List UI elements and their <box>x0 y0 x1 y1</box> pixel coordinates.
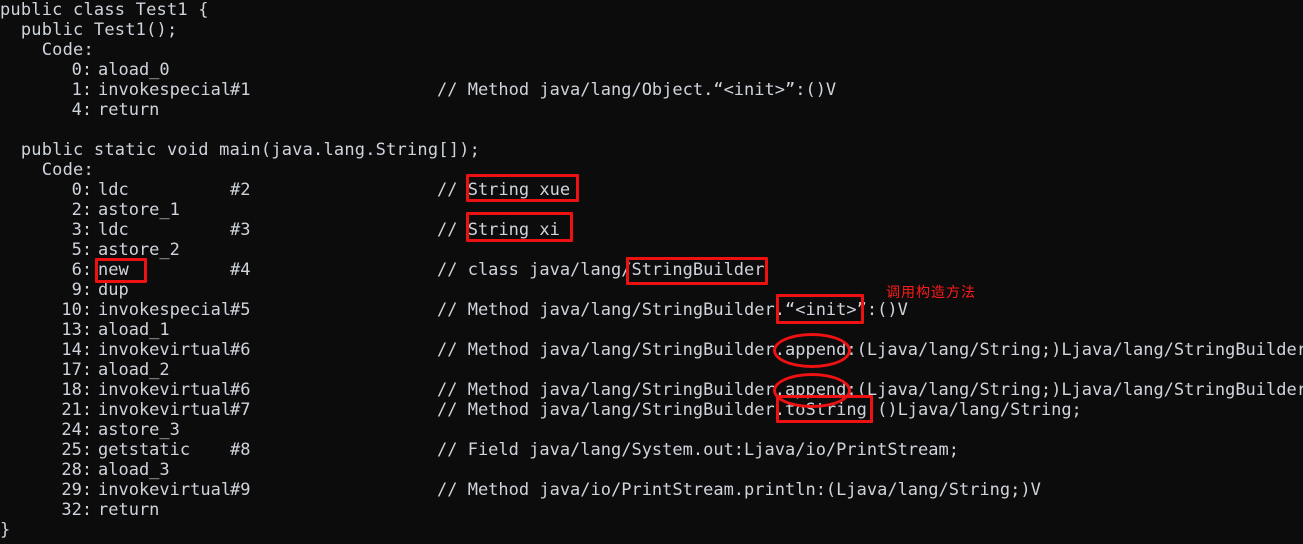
instruction-offset: 32: <box>0 500 93 520</box>
instruction-offset: 1: <box>0 80 93 100</box>
instruction-offset: 10: <box>0 300 93 320</box>
instruction-comment: // Method java/lang/Object.“<init>”:()V <box>437 80 837 100</box>
instruction-operand: #7 <box>230 400 251 420</box>
instruction-mnemonic: new <box>98 260 129 280</box>
instruction-offset: 29: <box>0 480 93 500</box>
ctor-code-label: Code: <box>0 40 94 60</box>
instruction-comment: // Method java/lang/StringBuilder.toStri… <box>437 400 1082 420</box>
instruction-mnemonic: ldc <box>98 220 129 240</box>
instruction-mnemonic: return <box>98 500 160 520</box>
class-header: public class Test1 { <box>0 0 209 20</box>
instruction-comment: // Method java/io/PrintStream.println:(L… <box>437 480 1041 500</box>
instruction-operand: #2 <box>230 180 251 200</box>
instruction-offset: 17: <box>0 360 93 380</box>
instruction-offset: 3: <box>0 220 93 240</box>
instruction-offset: 6: <box>0 260 93 280</box>
instruction-operand: #5 <box>230 300 251 320</box>
instruction-mnemonic: invokevirtual <box>98 340 232 360</box>
instruction-operand: #6 <box>230 340 251 360</box>
instruction-mnemonic: astore_3 <box>98 420 180 440</box>
instruction-operand: #4 <box>230 260 251 280</box>
instruction-operand: #8 <box>230 440 251 460</box>
instruction-mnemonic: aload_1 <box>98 320 170 340</box>
instruction-comment: // Method java/lang/StringBuilder.append… <box>437 340 1303 360</box>
instruction-mnemonic: invokespecial <box>98 300 232 320</box>
instruction-mnemonic: ldc <box>98 180 129 200</box>
instruction-comment: // String xi <box>437 220 560 240</box>
instruction-mnemonic: invokevirtual <box>98 480 232 500</box>
main-code-label: Code: <box>0 160 94 180</box>
instruction-offset: 9: <box>0 280 93 300</box>
instruction-operand: #1 <box>230 80 251 100</box>
instruction-operand: #6 <box>230 380 251 400</box>
instruction-comment: // String xue <box>437 180 571 200</box>
instruction-mnemonic: aload_2 <box>98 360 170 380</box>
instruction-offset: 21: <box>0 400 93 420</box>
instruction-mnemonic: astore_1 <box>98 200 180 220</box>
constructor-call-note: 调用构造方法 <box>886 285 976 301</box>
instruction-comment: // Method java/lang/StringBuilder.“<init… <box>437 300 908 320</box>
class-footer: } <box>0 520 11 540</box>
instruction-comment: // Field java/lang/System.out:Ljava/io/P… <box>437 440 959 460</box>
instruction-offset: 0: <box>0 180 93 200</box>
instruction-offset: 25: <box>0 440 93 460</box>
instruction-mnemonic: invokespecial <box>98 80 232 100</box>
ctor-signature: public Test1(); <box>0 20 178 40</box>
instruction-offset: 5: <box>0 240 93 260</box>
instruction-mnemonic: astore_2 <box>98 240 180 260</box>
instruction-offset: 18: <box>0 380 93 400</box>
instruction-offset: 0: <box>0 60 93 80</box>
instruction-mnemonic: dup <box>98 280 129 300</box>
instruction-offset: 4: <box>0 100 93 120</box>
instruction-mnemonic: aload_3 <box>98 460 170 480</box>
instruction-offset: 2: <box>0 200 93 220</box>
instruction-comment: // Method java/lang/StringBuilder.append… <box>437 380 1303 400</box>
instruction-mnemonic: aload_0 <box>98 60 170 80</box>
instruction-comment: // class java/lang/StringBuilder <box>437 260 765 280</box>
instruction-mnemonic: invokevirtual <box>98 380 232 400</box>
instruction-mnemonic: return <box>98 100 160 120</box>
main-signature: public static void main(java.lang.String… <box>0 140 481 160</box>
terminal-window: public class Test1 { public Test1(); Cod… <box>0 0 1303 544</box>
instruction-mnemonic: invokevirtual <box>98 400 232 420</box>
instruction-offset: 14: <box>0 340 93 360</box>
instruction-offset: 13: <box>0 320 93 340</box>
instruction-offset: 24: <box>0 420 93 440</box>
instruction-mnemonic: getstatic <box>98 440 191 460</box>
instruction-operand: #3 <box>230 220 251 240</box>
instruction-operand: #9 <box>230 480 251 500</box>
instruction-offset: 28: <box>0 460 93 480</box>
